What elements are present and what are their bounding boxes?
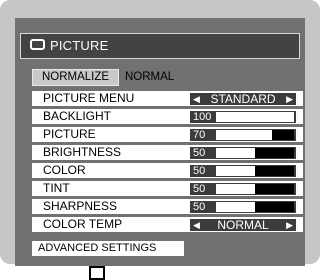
row-label: COLOR TEMP: [43, 217, 123, 231]
square-icon: [89, 266, 105, 280]
slider-value: 100: [193, 111, 212, 123]
value-selector[interactable]: NORMAL ◀ ▶: [190, 219, 296, 231]
slider-fill: [255, 202, 294, 212]
value-selector[interactable]: STANDARD ◀ ▶: [190, 93, 296, 105]
slider-fill: [272, 130, 294, 140]
row-label: BRIGHTNESS: [43, 145, 122, 159]
slider-value: 50: [193, 147, 206, 159]
slider-value: 50: [193, 183, 206, 195]
row-label: COLOR: [43, 163, 86, 177]
menu-row-color[interactable]: COLOR 50: [32, 163, 303, 178]
level-slider[interactable]: 50: [190, 165, 296, 177]
level-slider[interactable]: 50: [190, 201, 296, 213]
monitor-icon: [30, 39, 45, 50]
row-label: SHARPNESS: [43, 199, 118, 213]
advanced-settings-label: ADVANCED SETTINGS: [38, 242, 157, 254]
row-label: PICTURE MENU: [43, 91, 135, 105]
slider-value: 70: [193, 129, 206, 141]
slider-fill: [255, 184, 294, 194]
slider-value: 50: [193, 165, 206, 177]
level-slider[interactable]: 70: [190, 129, 296, 141]
menu-row-color-temp[interactable]: COLOR TEMP NORMAL ◀ ▶: [32, 217, 303, 232]
menu-row-sharpness[interactable]: SHARPNESS 50: [32, 199, 303, 214]
arrow-left-icon[interactable]: ◀: [193, 93, 200, 105]
slider-track[interactable]: [216, 166, 294, 176]
level-slider[interactable]: 50: [190, 147, 296, 159]
selector-value: NORMAL: [217, 218, 269, 232]
slider-value: 50: [193, 201, 206, 213]
menu-row-backlight[interactable]: BACKLIGHT 100: [32, 109, 303, 124]
level-slider[interactable]: 50: [190, 183, 296, 195]
menu-row-picture-menu[interactable]: PICTURE MENU STANDARD ◀ ▶: [32, 91, 303, 106]
menu-row-tint[interactable]: TINT 50: [32, 181, 303, 196]
normalize-value: NORMAL: [125, 71, 175, 83]
slider-track[interactable]: [216, 112, 294, 122]
slider-track[interactable]: [216, 130, 294, 140]
page-title: PICTURE: [50, 38, 109, 53]
advanced-settings-button[interactable]: ADVANCED SETTINGS: [32, 241, 184, 256]
normalize-button[interactable]: NORMALIZE: [32, 69, 119, 86]
title-bar: PICTURE: [20, 33, 300, 59]
level-slider[interactable]: 100: [190, 111, 296, 123]
slider-fill: [255, 148, 294, 158]
slider-track[interactable]: [216, 184, 294, 194]
arrow-right-icon[interactable]: ▶: [286, 219, 293, 231]
row-label: TINT: [43, 181, 70, 195]
row-label: BACKLIGHT: [43, 109, 112, 123]
slider-track[interactable]: [216, 202, 294, 212]
arrow-left-icon[interactable]: ◀: [193, 219, 200, 231]
row-label: PICTURE: [43, 127, 96, 141]
slider-track[interactable]: [216, 148, 294, 158]
selector-value: STANDARD: [210, 92, 276, 106]
menu-row-picture[interactable]: PICTURE 70: [32, 127, 303, 142]
slider-fill: [255, 166, 294, 176]
menu-row-brightness[interactable]: BRIGHTNESS 50: [32, 145, 303, 160]
arrow-right-icon[interactable]: ▶: [286, 93, 293, 105]
